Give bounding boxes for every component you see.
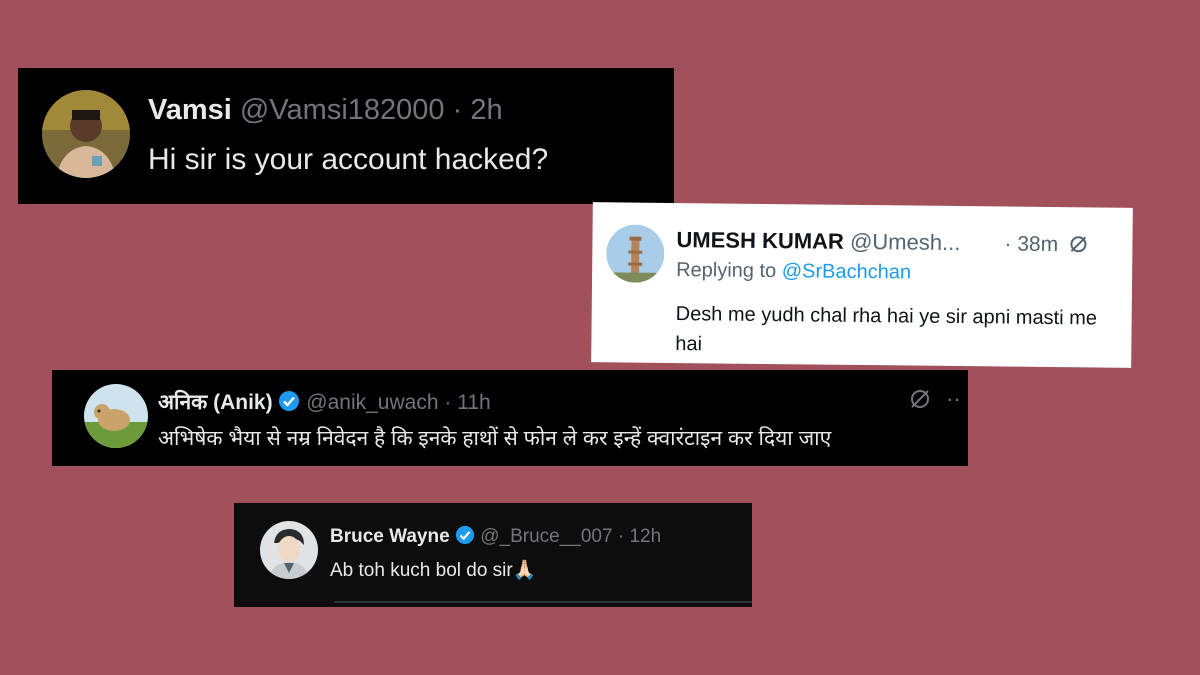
tweet-card-bruce-wayne[interactable]: Bruce Wayne @_Bruce__007 · 12h Ab toh ku… — [234, 503, 752, 607]
tweet-meta: · 38m — [1004, 232, 1088, 257]
display-name[interactable]: अनिक (Anik) — [158, 391, 273, 414]
timestamp[interactable]: 38m — [1017, 233, 1058, 256]
handle[interactable]: @Umesh... — [850, 229, 961, 255]
avatar[interactable] — [606, 224, 665, 283]
tweet-header: Bruce Wayne @_Bruce__007 · 12h — [330, 525, 661, 551]
display-name[interactable]: UMESH KUMAR — [676, 227, 844, 254]
tweet-card-vamsi[interactable]: Vamsi @Vamsi182000 · 2h Hi sir is your a… — [18, 68, 674, 204]
display-name[interactable]: Vamsi — [148, 94, 232, 126]
tweet-card-umesh[interactable]: UMESH KUMAR @Umesh... · 38m Replying to … — [591, 202, 1133, 368]
replying-to: Replying to @SrBachchan — [676, 259, 911, 284]
avatar[interactable] — [260, 521, 318, 579]
handle[interactable]: @_Bruce__007 — [480, 526, 612, 547]
handle[interactable]: @anik_uwach — [306, 391, 438, 414]
verified-badge-icon — [455, 525, 475, 551]
grok-icon[interactable] — [908, 386, 938, 411]
tweet-text: अभिषेक भैया से नम्र निवेदन है कि इनके हा… — [158, 427, 832, 450]
grok-icon[interactable] — [1064, 233, 1088, 256]
tweet-actions: ·· — [908, 386, 961, 412]
replying-prefix: Replying to — [676, 259, 777, 283]
avatar[interactable] — [42, 90, 130, 178]
tweet-text: Desh me yudh chal rha hai ye sir apni ma… — [675, 303, 1098, 356]
tweet-header: अनिक (Anik) @anik_uwach · 11h — [158, 388, 491, 418]
timestamp[interactable]: 12h — [629, 526, 661, 547]
verified-badge-icon — [278, 390, 300, 418]
divider — [334, 601, 752, 603]
separator: · — [1004, 232, 1012, 256]
replying-to-link[interactable]: @SrBachchan — [782, 260, 911, 283]
tweet-text: Hi sir is your account hacked? — [148, 143, 549, 176]
timestamp[interactable]: 11h — [457, 391, 490, 414]
display-name[interactable]: Bruce Wayne — [330, 526, 450, 547]
more-icon[interactable]: ·· — [946, 386, 961, 411]
separator: · — [617, 526, 625, 547]
tweet-header: Vamsi @Vamsi182000 · 2h — [148, 94, 503, 127]
timestamp[interactable]: 2h — [470, 94, 502, 126]
tweet-card-anik[interactable]: अनिक (Anik) @anik_uwach · 11h ·· अभिषेक … — [52, 370, 968, 466]
folded-hands-emoji: 🙏🏻 — [512, 560, 537, 581]
tweet-text: Ab toh kuch bol do sir — [330, 560, 513, 581]
tweet-header: UMESH KUMAR @Umesh... — [676, 227, 960, 256]
separator: · — [452, 94, 463, 126]
separator: · — [444, 391, 452, 414]
tweet-text-row: Ab toh kuch bol do sir🙏🏻 — [330, 558, 536, 582]
handle[interactable]: @Vamsi182000 — [240, 94, 445, 126]
avatar[interactable] — [84, 384, 148, 448]
